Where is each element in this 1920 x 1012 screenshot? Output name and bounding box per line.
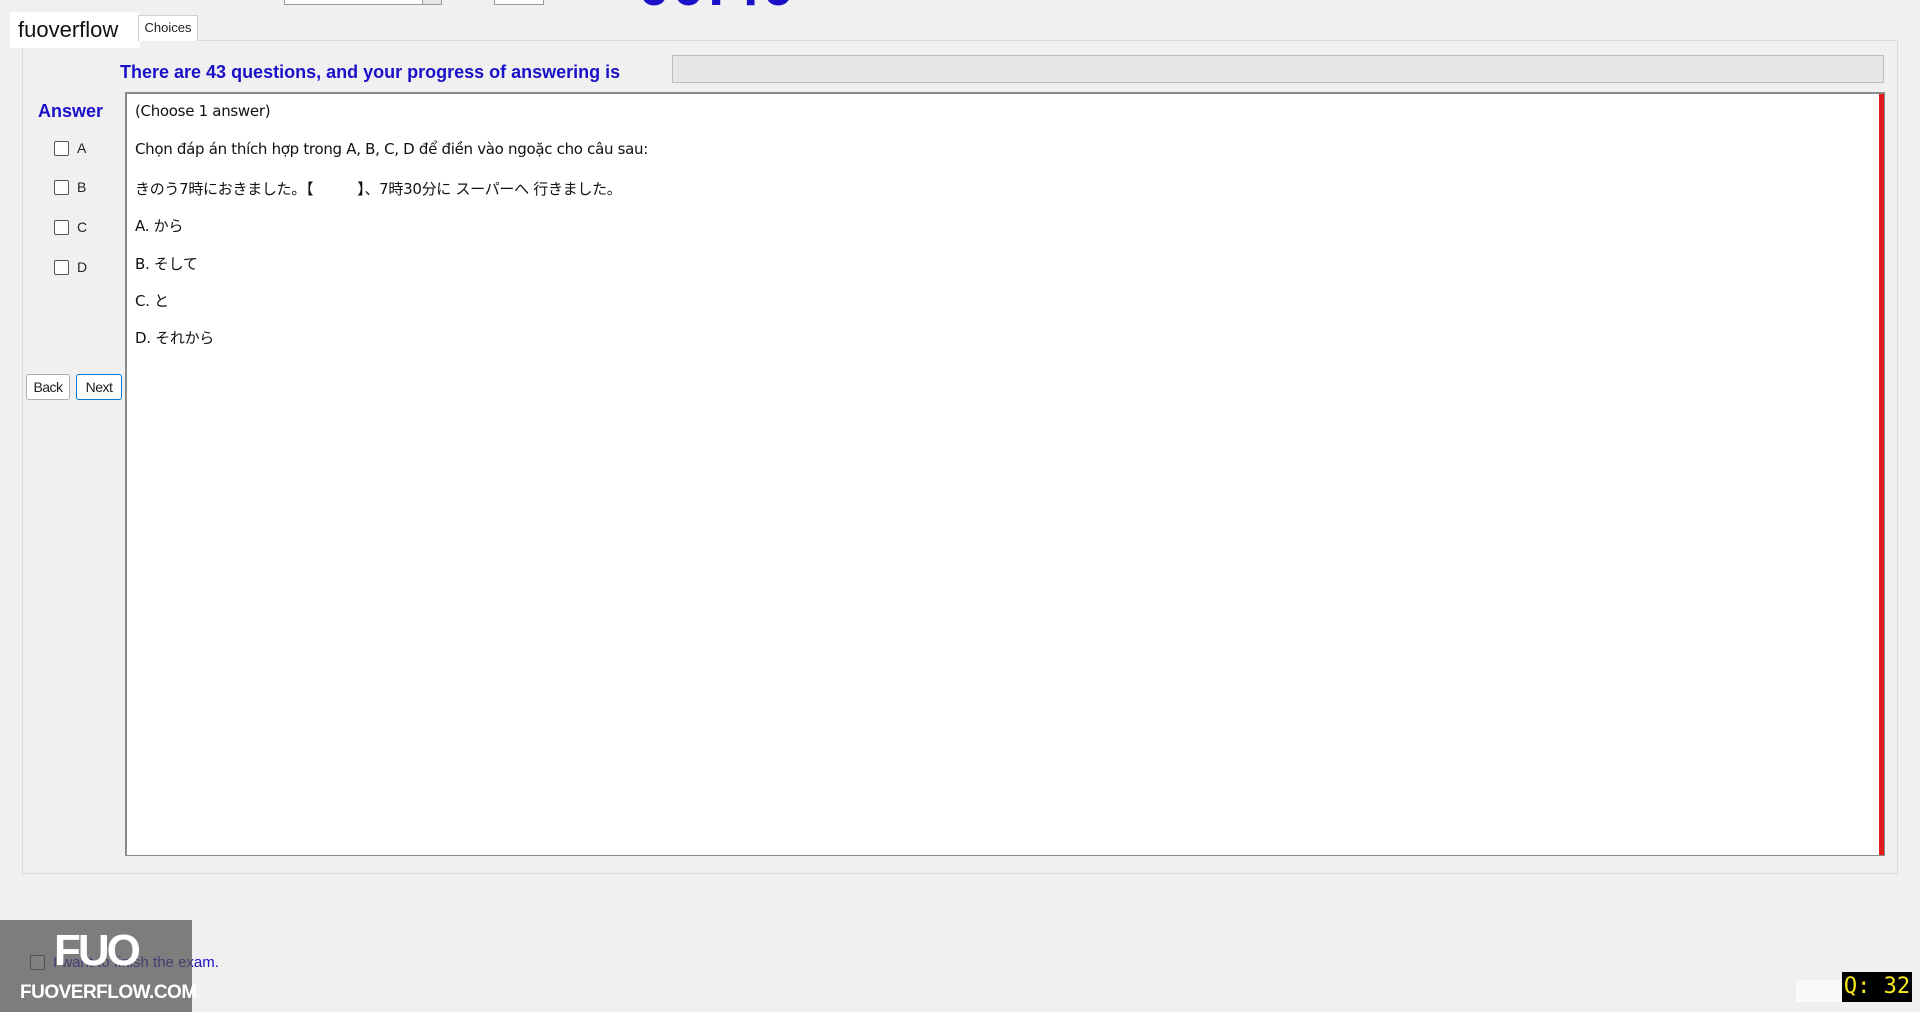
top-small-field[interactable]	[494, 0, 544, 5]
option-d: D. それから	[135, 329, 214, 347]
scroll-indicator-bar	[1879, 94, 1884, 855]
checkbox-b[interactable]	[54, 179, 69, 195]
choice-a-label: A	[77, 140, 87, 156]
next-button[interactable]: Next	[76, 374, 122, 400]
option-b: B. そして	[135, 255, 198, 273]
chevron-down-icon[interactable]	[422, 0, 441, 4]
choice-b[interactable]: B	[54, 177, 86, 197]
progress-label: There are 43 questions, and your progres…	[120, 62, 621, 82]
logo-caption: FUOVERFLOW.COM	[20, 982, 197, 1003]
question-sentence: きのう7時におきました。【 】、7時30分に スーパーへ 行きました。	[135, 180, 622, 198]
question-prompt: Chọn đáp án thích hợp trong A, B, C, D đ…	[135, 140, 649, 158]
choice-a[interactable]: A	[54, 138, 86, 158]
status-field	[1796, 980, 1842, 1002]
option-a: A. から	[135, 217, 184, 235]
question-instruction: (Choose 1 answer)	[135, 102, 271, 120]
checkbox-d[interactable]	[54, 259, 69, 275]
option-c: C. と	[135, 292, 169, 310]
exam-timer: 00:40	[638, 0, 796, 16]
answer-heading: Answer	[38, 101, 104, 121]
question-counter: Q: 32	[1842, 972, 1912, 1002]
choice-d-label: D	[77, 259, 88, 275]
question-content: (Choose 1 answer) Chọn đáp án thích hợp …	[125, 92, 1885, 856]
back-button[interactable]: Back	[26, 374, 70, 400]
choice-d[interactable]: D	[54, 257, 87, 277]
top-dropdown[interactable]	[284, 0, 442, 5]
watermark-text: fuoverflow	[10, 12, 140, 48]
checkbox-c[interactable]	[54, 219, 69, 235]
progress-bar	[672, 55, 1884, 83]
choice-c[interactable]: C	[54, 217, 87, 237]
exam-window: 00:40 fuoverflow Choices There are 43 qu…	[0, 0, 1920, 1012]
fuoverflow-logo: FUO FUOVERFLOW.COM	[0, 920, 197, 1012]
checkbox-a[interactable]	[54, 140, 69, 156]
logo-mark: FUO	[54, 926, 141, 975]
choice-c-label: C	[77, 219, 88, 235]
choice-b-label: B	[77, 179, 87, 195]
tab-choices[interactable]: Choices	[138, 15, 198, 41]
